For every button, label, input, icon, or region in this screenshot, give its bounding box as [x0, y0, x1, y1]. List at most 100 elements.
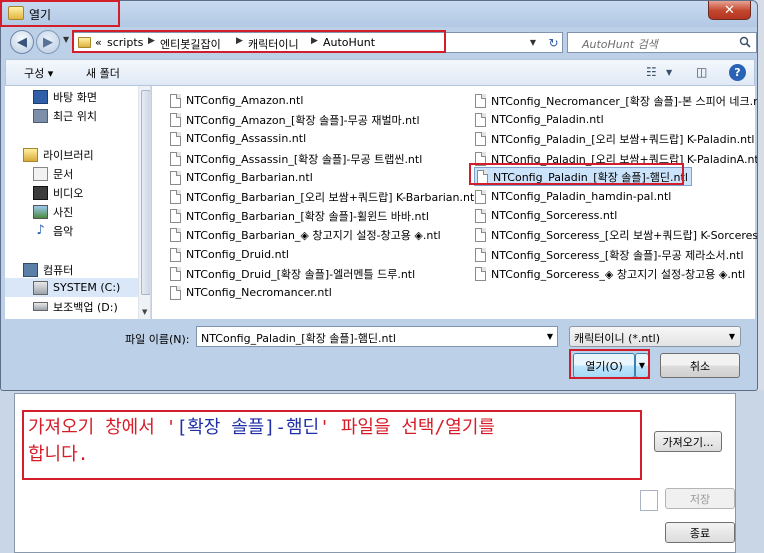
open-options-button[interactable]: ▼ — [635, 353, 649, 378]
search-box[interactable]: AutoHunt 검색 — [567, 32, 757, 53]
file-type-select[interactable]: 캐릭터이니 (*.ntl) ▼ — [569, 326, 741, 347]
view-dropdown-icon[interactable]: ▼ — [666, 68, 672, 77]
nav-item-system-c[interactable]: SYSTEM (C:) — [5, 278, 143, 297]
address-segment-scripts[interactable]: scripts — [107, 36, 143, 49]
file-name: NTConfig_Barbarian_[확장 솔플]-휠윈드 바바.ntl — [186, 209, 429, 223]
callout-text: 합니다. — [28, 444, 89, 465]
import-button[interactable]: 가져오기... — [654, 431, 722, 452]
file-item[interactable]: NTConfig_Druid.ntl — [170, 245, 289, 264]
file-icon — [170, 93, 181, 108]
file-item[interactable]: NTConfig_Barbarian_◈ 창고지기 설정-창고용 ◈.ntl — [170, 225, 441, 244]
open-button[interactable]: 열기(O) — [573, 353, 635, 378]
parent-textbox[interactable] — [640, 490, 658, 511]
scroll-down-arrow-icon[interactable]: ▼ — [142, 308, 147, 316]
forward-arrow-icon: ▶ — [43, 34, 53, 50]
back-button[interactable]: ◀ — [10, 30, 34, 54]
file-icon — [477, 169, 488, 184]
command-bar: 구성 ▾ 새 폴더 ☷ ▼ ◫ ? — [5, 59, 755, 86]
open-file-dialog: 열기 ✕ ◀ ▶ ▼ « scripts ▶ 엔티봇길잡이 ▶ 캐릭터이니 ▶ … — [0, 0, 758, 391]
navigation-scrollbar[interactable]: ▼ — [138, 86, 150, 319]
nav-item-label: 문서 — [53, 167, 74, 181]
nav-item-label: SYSTEM (C:) — [53, 281, 121, 294]
address-segment-guide[interactable]: 엔티봇길잡이 — [160, 36, 221, 52]
address-segment-autohunt[interactable]: AutoHunt — [323, 36, 375, 49]
view-options-icon[interactable]: ☷ — [646, 65, 657, 79]
pictures-icon — [33, 204, 48, 219]
exit-button[interactable]: 종료 — [665, 522, 735, 543]
file-item[interactable]: NTConfig_Barbarian_[오리 보쌈+쿼드랍] K-Barbari… — [170, 187, 477, 206]
screen: 가져오기... 저장 종료 열기 ✕ ◀ ▶ ▼ « scripts ▶ 엔티봇… — [0, 0, 764, 553]
file-name: NTConfig_Sorceress_[오리 보쌈+쿼드랍] K-Sorcere… — [491, 228, 758, 242]
scrollbar-thumb[interactable] — [141, 90, 150, 295]
nav-item-label: 최근 위치 — [53, 109, 97, 123]
file-icon — [170, 112, 181, 127]
preview-pane-icon[interactable]: ◫ — [696, 65, 707, 79]
desktop-icon — [33, 89, 48, 104]
file-icon — [475, 189, 486, 204]
file-item[interactable]: NTConfig_Paladin.ntl — [475, 110, 604, 129]
nav-item-music[interactable]: ♪ 음악 — [5, 221, 143, 240]
file-item[interactable]: NTConfig_Barbarian.ntl — [170, 168, 313, 187]
file-type-dropdown-icon[interactable]: ▼ — [729, 332, 735, 341]
callout-line-2: 합니다. — [28, 441, 636, 468]
refresh-icon: ↻ — [548, 35, 559, 50]
file-item[interactable]: NTConfig_Paladin_hamdin-pal.ntl — [475, 187, 671, 206]
new-folder-button[interactable]: 새 폴더 — [86, 65, 120, 81]
nav-item-libraries[interactable]: 라이브러리 — [5, 145, 143, 164]
close-button[interactable]: ✕ — [708, 1, 751, 20]
address-history-dropdown-icon[interactable]: ▼ — [530, 38, 536, 47]
breadcrumb-arrow-icon[interactable]: ▶ — [148, 36, 155, 46]
dialog-title: 열기 — [29, 8, 52, 22]
nav-item-videos[interactable]: 비디오 — [5, 183, 143, 202]
file-icon — [170, 266, 181, 281]
file-name: NTConfig_Amazon_[확장 솔플]-무공 재벌마.ntl — [186, 113, 420, 127]
breadcrumb-arrow-icon[interactable]: ▶ — [236, 36, 243, 46]
nav-item-documents[interactable]: 문서 — [5, 164, 143, 183]
nav-item-pictures[interactable]: 사진 — [5, 202, 143, 221]
refresh-button[interactable]: ↻ — [543, 32, 564, 53]
filename-input[interactable]: NTConfig_Paladin_[확장 솔플]-햄딘.ntl ▼ — [196, 326, 558, 347]
nav-item-computer[interactable]: 컴퓨터 — [5, 260, 143, 279]
music-icon: ♪ — [36, 223, 45, 238]
nav-item-backup-d[interactable]: 보조백업 (D:) — [5, 297, 143, 316]
address-segment-character[interactable]: 캐릭터이니 — [248, 36, 299, 52]
address-overflow-chevron[interactable]: « — [95, 36, 102, 49]
file-item[interactable]: NTConfig_Necromancer_[확장 솔플]-본 스피어 네크.nt… — [475, 91, 757, 110]
search-icon[interactable] — [739, 36, 751, 48]
nav-item-label: 바탕 화면 — [53, 90, 97, 104]
filename-dropdown-icon[interactable]: ▼ — [547, 332, 553, 341]
file-item[interactable]: NTConfig_Sorceress.ntl — [475, 206, 617, 225]
file-item[interactable]: NTConfig_Paladin_[오리 보쌈+쿼드랍] K-PaladinA.… — [475, 149, 757, 168]
file-item[interactable]: NTConfig_Assassin.ntl — [170, 129, 306, 148]
file-item[interactable]: NTConfig_Assassin_[확장 솔플]-무공 트랩씬.ntl — [170, 149, 422, 168]
forward-button[interactable]: ▶ — [36, 30, 60, 54]
file-icon — [475, 266, 486, 281]
file-type-value: 캐릭터이니 (*.ntl) — [574, 332, 661, 345]
file-item[interactable]: NTConfig_Barbarian_[확장 솔플]-휠윈드 바바.ntl — [170, 206, 429, 225]
file-item[interactable]: NTConfig_Sorceress_◈ 창고지기 설정-창고용 ◈.ntl — [475, 264, 745, 283]
help-icon[interactable]: ? — [729, 64, 746, 81]
file-item[interactable]: NTConfig_Sorceress_[확장 솔플]-무공 제라소서.ntl — [475, 245, 744, 264]
recent-pages-dropdown-icon[interactable]: ▼ — [63, 35, 69, 44]
file-item[interactable]: NTConfig_Paladin_[오리 보쌈+쿼드랍] K-Paladin.n… — [475, 129, 754, 148]
organize-menu[interactable]: 구성 ▾ — [24, 65, 53, 81]
file-icon — [170, 227, 181, 242]
callout-highlight-text: [확장 솔플]-햄딘 — [176, 417, 320, 438]
file-name: NTConfig_Paladin.ntl — [491, 113, 604, 126]
file-item[interactable]: NTConfig_Amazon.ntl — [170, 91, 303, 110]
file-item[interactable]: NTConfig_Necromancer.ntl — [170, 283, 332, 302]
file-item[interactable]: NTConfig_Druid_[확장 솔플]-엘러멘틀 드루.ntl — [170, 264, 415, 283]
file-icon — [475, 247, 486, 262]
file-item[interactable]: NTConfig_Sorceress_[오리 보쌈+쿼드랍] K-Sorcere… — [475, 225, 758, 244]
file-name: NTConfig_Necromancer.ntl — [186, 286, 332, 299]
nav-item-desktop[interactable]: 바탕 화면 — [5, 87, 143, 106]
nav-item-recent-places[interactable]: 최근 위치 — [5, 106, 143, 125]
file-item[interactable]: NTConfig_Amazon_[확장 솔플]-무공 재벌마.ntl — [170, 110, 420, 129]
cancel-button[interactable]: 취소 — [660, 353, 740, 378]
address-bar[interactable]: « scripts ▶ 엔티봇길잡이 ▶ 캐릭터이니 ▶ AutoHunt ▼ — [73, 32, 563, 53]
save-button[interactable]: 저장 — [665, 488, 735, 509]
breadcrumb-arrow-icon[interactable]: ▶ — [311, 36, 318, 46]
videos-icon — [33, 185, 48, 200]
file-item-selected[interactable]: NTConfig_Paladin_[확장 솔플]-햄딘.ntl — [474, 167, 692, 186]
file-name: NTConfig_Sorceress_◈ 창고지기 설정-창고용 ◈.ntl — [491, 267, 746, 281]
